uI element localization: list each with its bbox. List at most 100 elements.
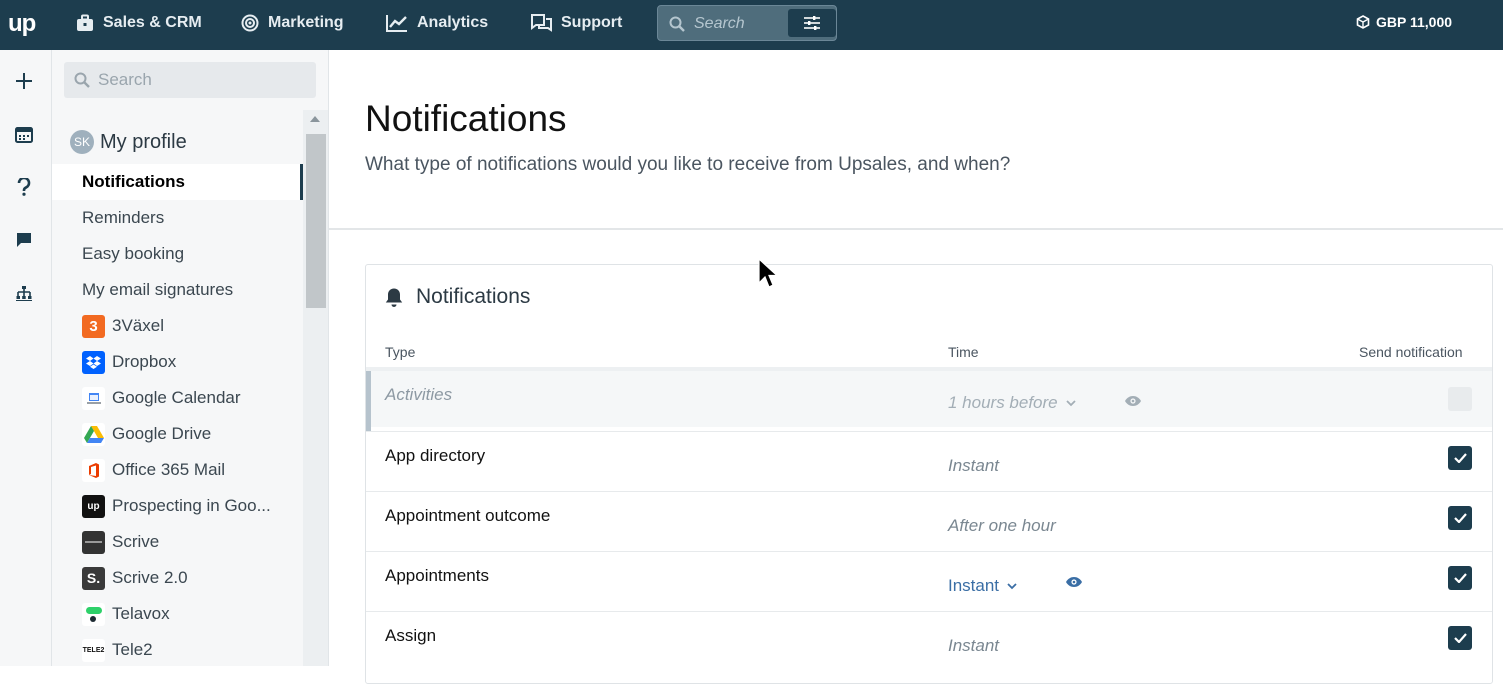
page-subtitle: What type of notifications would you lik… <box>365 154 1011 175</box>
profile-section-header: SK My profile <box>70 130 187 154</box>
notification-row-appointment-outcome: Appointment outcome After one hour <box>366 491 1492 551</box>
target-icon <box>241 14 259 32</box>
sidebar-app-google-calendar[interactable]: Google Calendar <box>52 380 303 416</box>
global-search[interactable]: Search <box>657 5 837 41</box>
sidebar-app-scrive[interactable]: Scrive <box>52 524 303 560</box>
sidebar-app-dropbox[interactable]: Dropbox <box>52 344 303 380</box>
sidebar-search-input[interactable] <box>98 62 308 98</box>
sidebar-app-label: Scrive <box>112 532 160 551</box>
notification-type: Appointment outcome <box>385 506 551 525</box>
briefcase-icon <box>77 14 93 31</box>
chart-icon <box>386 15 407 32</box>
tele2-logo-icon: TELE2 <box>82 638 105 662</box>
scrollbar-thumb[interactable] <box>306 134 326 308</box>
scrive-2-logo-icon: S. <box>82 566 105 590</box>
office-365-logo-icon <box>82 458 105 482</box>
upsales-logo[interactable]: up <box>8 10 36 38</box>
send-notification-checkbox[interactable] <box>1448 387 1472 411</box>
calendar-icon <box>15 127 33 143</box>
notification-type: Assign <box>385 626 437 645</box>
scroll-up-arrow-icon[interactable] <box>310 116 320 122</box>
send-notification-checkbox[interactable] <box>1448 626 1472 650</box>
time-value: Instant <box>948 576 1000 595</box>
sidebar-item-email-signatures[interactable]: My email signatures <box>52 272 303 308</box>
checkmark-icon <box>1453 633 1467 643</box>
nav-analytics[interactable]: Analytics <box>386 0 488 46</box>
sidebar-app-office-365[interactable]: Office 365 Mail <box>52 452 303 488</box>
plus-icon <box>16 73 32 89</box>
search-icon <box>74 72 90 88</box>
sidebar-app-prospecting[interactable]: up Prospecting in Goo... <box>52 488 303 524</box>
nav-label: Support <box>561 14 623 31</box>
global-search-placeholder: Search <box>694 15 745 32</box>
send-notification-checkbox[interactable] <box>1448 566 1472 590</box>
nav-support[interactable]: Support <box>530 0 622 46</box>
calendar-button[interactable] <box>10 120 38 148</box>
account-balance[interactable]: GBP 11,000 <box>1356 14 1452 30</box>
checkmark-icon <box>1453 573 1467 583</box>
search-filter-button[interactable] <box>788 9 836 37</box>
settings-sidebar: SK My profile Notifications Reminders Ea… <box>52 50 329 666</box>
time-value: Instant <box>948 456 1000 475</box>
nav-marketing[interactable]: Marketing <box>241 0 344 46</box>
preview-eye-icon[interactable] <box>1065 576 1083 588</box>
sidebar-app-label: Tele2 <box>112 640 153 659</box>
sidebar-item-notifications[interactable]: Notifications <box>52 164 303 200</box>
time-value: Instant <box>948 636 1000 655</box>
checkmark-icon <box>1453 513 1467 523</box>
messages-button[interactable] <box>10 226 38 254</box>
time-dropdown[interactable]: Instant <box>948 576 1017 596</box>
telavox-logo-icon <box>82 602 105 626</box>
chevron-down-icon <box>1007 582 1017 589</box>
sidebar-app-label: Dropbox <box>112 352 177 371</box>
dropbox-logo-icon <box>82 350 105 374</box>
header-divider <box>329 228 1503 230</box>
column-header-type: Type <box>385 344 416 360</box>
send-notification-checkbox[interactable] <box>1448 446 1472 470</box>
sidebar-scrollbar[interactable] <box>303 110 328 666</box>
nav-sales-crm[interactable]: Sales & CRM <box>76 0 202 46</box>
cube-icon <box>1356 15 1370 29</box>
help-button[interactable] <box>10 173 38 201</box>
3vaxel-logo-icon: 3 <box>82 314 105 338</box>
create-button[interactable] <box>10 67 38 95</box>
sidebar-app-label: Google Calendar <box>112 388 241 407</box>
sidebar-app-label: Google Drive <box>112 424 212 443</box>
main-content: Notifications What type of notifications… <box>329 50 1503 684</box>
bell-icon <box>385 288 403 307</box>
top-navigation-bar: up Sales & CRM Marketing Analytics Suppo… <box>0 0 1503 50</box>
notification-row-assign: Assign Instant <box>366 611 1492 671</box>
column-header-send: Send notification <box>1359 344 1463 360</box>
sidebar-app-label: Telavox <box>112 604 170 623</box>
sidebar-app-google-drive[interactable]: Google Drive <box>52 416 303 452</box>
nav-label: Marketing <box>268 14 344 31</box>
notification-type: Activities <box>385 385 453 404</box>
notification-row-app-directory: App directory Instant <box>366 431 1492 491</box>
send-notification-checkbox[interactable] <box>1448 506 1472 530</box>
mouse-cursor-icon <box>758 258 778 288</box>
sidebar-app-3vaxel[interactable]: 3 3Växel <box>52 308 303 344</box>
sidebar-app-tele2[interactable]: TELE2 Tele2 <box>52 632 303 666</box>
card-title: Notifications <box>416 285 531 308</box>
sitemap-icon <box>16 286 32 301</box>
left-icon-rail <box>0 50 52 666</box>
sidebar-app-label: Scrive 2.0 <box>112 568 188 587</box>
sidebar-item-easy-booking[interactable]: Easy booking <box>52 236 303 272</box>
org-chart-button[interactable] <box>10 279 38 307</box>
upsales-app-logo-icon: up <box>82 494 105 518</box>
preview-eye-icon[interactable] <box>1124 395 1142 407</box>
sidebar-app-telavox[interactable]: Telavox <box>52 596 303 632</box>
scrive-logo-icon <box>82 530 105 554</box>
notification-row-activities: Activities 1 hours before <box>366 367 1492 431</box>
time-dropdown[interactable]: 1 hours before <box>948 393 1076 413</box>
message-icon <box>17 233 31 247</box>
sidebar-search[interactable] <box>64 62 316 98</box>
search-icon <box>669 16 685 32</box>
sidebar-app-label: 3Växel <box>112 316 164 335</box>
page-title: Notifications <box>365 98 567 139</box>
time-value: After one hour <box>948 516 1056 535</box>
disabled-indicator <box>366 371 371 431</box>
notification-type: App directory <box>385 446 486 465</box>
sidebar-item-reminders[interactable]: Reminders <box>52 200 303 236</box>
sidebar-app-scrive-2[interactable]: S. Scrive 2.0 <box>52 560 303 596</box>
